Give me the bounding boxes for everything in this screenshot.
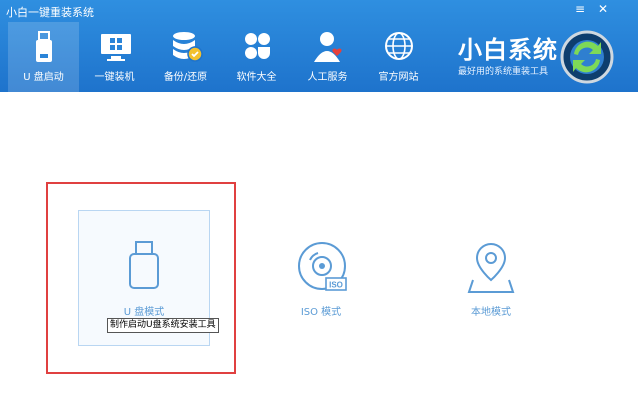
support-person-icon: [314, 32, 342, 62]
nav-item-software[interactable]: 软件大全: [221, 22, 292, 92]
nav-label: U 盘启动: [23, 72, 64, 83]
refresh-globe-logo-icon: [560, 30, 614, 84]
nav-label: 人工服务: [307, 72, 348, 83]
nav-item-backup-restore[interactable]: 备份/还原: [150, 22, 221, 92]
nav-label: 备份/还原: [163, 72, 208, 83]
iso-badge-text: ISO: [329, 281, 343, 290]
monitor-windows-icon: [101, 34, 131, 61]
nav-label: 一键装机: [94, 72, 135, 83]
nav-item-one-click-install[interactable]: 一键装机: [79, 22, 150, 92]
iso-disc-icon: ISO: [298, 242, 347, 291]
nav-item-manual-service[interactable]: 人工服务: [292, 22, 363, 92]
usb-drive-icon: [36, 31, 52, 62]
nav-item-official-site[interactable]: 官方网站: [363, 22, 434, 92]
nav-label: 软件大全: [236, 72, 277, 83]
map-pin-icon: [467, 242, 515, 293]
iso-mode-option[interactable]: ISO ISO 模式: [288, 238, 354, 328]
app-header: 小白一键重装系统 ≡ ✕ U 盘启动 一键装机 备份/还原 软件大全 人工服务 …: [0, 0, 638, 92]
main-nav: U 盘启动 一键装机 备份/还原 软件大全 人工服务 官方网站: [8, 22, 434, 92]
window-title: 小白一键重装系统: [6, 6, 94, 19]
close-button[interactable]: ✕: [595, 2, 611, 16]
brand-tagline: 最好用的系统重装工具: [458, 67, 549, 77]
tooltip: 制作启动U盘系统安装工具: [107, 318, 219, 333]
brand-name: 小白系统: [458, 36, 558, 64]
globe-icon: [385, 32, 413, 60]
usb-mode-label: U 盘模式: [123, 307, 165, 318]
nav-item-usb-boot[interactable]: U 盘启动: [8, 22, 79, 92]
local-mode-option[interactable]: 本地模式: [458, 238, 524, 328]
local-mode-label: 本地模式: [471, 307, 511, 318]
iso-mode-label: ISO 模式: [300, 307, 342, 318]
nav-label: 官方网站: [378, 72, 419, 83]
database-icon: [173, 32, 203, 62]
usb-drive-icon: [129, 241, 159, 289]
app-grid-icon: [245, 33, 270, 59]
menu-button[interactable]: ≡: [572, 2, 588, 16]
